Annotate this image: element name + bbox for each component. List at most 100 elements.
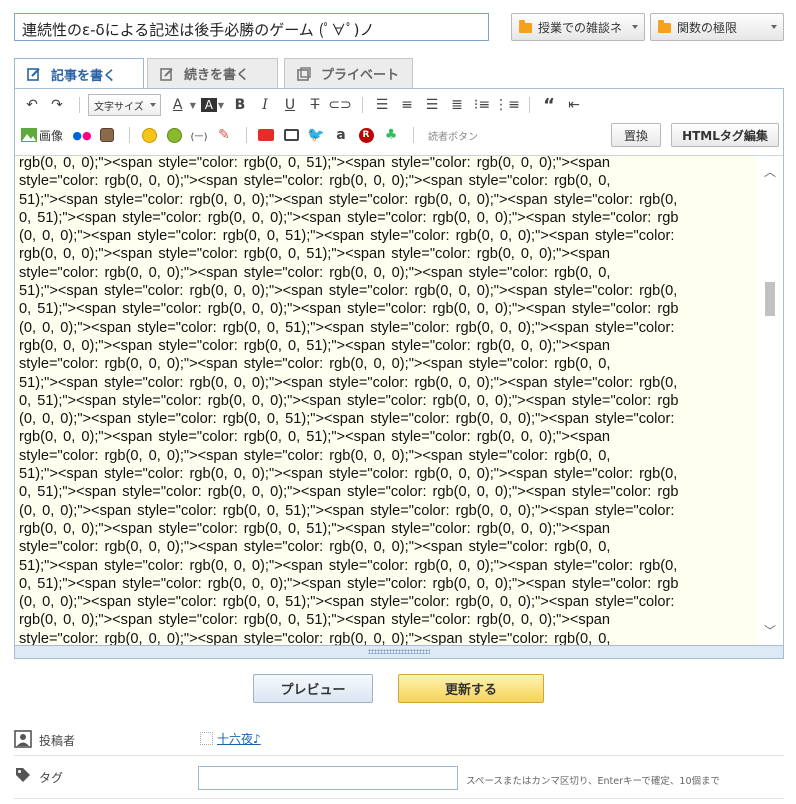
category-dropdown-first[interactable]: 授業での雑談ネ (511, 13, 645, 41)
code-line: rgb(0, 0, 0);"><span style="color: rgb(0… (19, 155, 611, 171)
amazon-icon[interactable]: a (330, 124, 352, 146)
code-line: style="color: rgb(0, 0, 0);"><span style… (19, 173, 611, 190)
code-line: 51);"><span style="color: rgb(0, 0, 0);"… (19, 283, 678, 300)
chevron-down-icon (771, 25, 777, 29)
code-line: 0, 51);"><span style="color: rgb(0, 0, 0… (19, 392, 679, 409)
code-content: rgb(0, 0, 0);"><span style="color: rgb(0… (19, 155, 737, 647)
tab-write-article[interactable]: 記事を書く (14, 58, 144, 89)
code-line: rgb(0, 0, 0);"><span style="color: rgb(0… (19, 429, 611, 446)
align-right-icon[interactable]: ☰ (421, 94, 443, 116)
align-center-icon[interactable]: ≡ (396, 94, 418, 116)
html-code-textarea[interactable]: rgb(0, 0, 0);"><span style="color: rgb(0… (15, 155, 783, 647)
chevron-down-icon[interactable]: ▼ (218, 101, 224, 110)
tag-hint: スペースまたはカンマ区切り、Enterキーで確定、10個まで (466, 776, 720, 787)
editor-resize-handle[interactable] (15, 645, 783, 658)
background-color-icon[interactable]: A (200, 98, 217, 112)
code-line: (0, 0, 0);"><span style="color: rgb(0, 0… (19, 411, 675, 428)
grip-icon (368, 649, 430, 654)
niconico-icon[interactable] (280, 124, 302, 146)
scroll-down-icon[interactable]: ﹀ (764, 625, 776, 637)
avatar (200, 732, 213, 745)
font-color-icon[interactable]: A (167, 94, 189, 116)
pen-icon[interactable]: ✎ (213, 124, 235, 146)
code-line: rgb(0, 0, 0);"><span style="color: rgb(0… (19, 612, 611, 629)
author-name: 十六夜♪ (217, 732, 261, 746)
link-icon[interactable]: ⊂⊃ (328, 94, 351, 116)
twitter-icon[interactable]: 🐦 (305, 124, 327, 146)
rakuten-icon[interactable]: R (355, 124, 377, 146)
toolbar-divider (413, 127, 415, 143)
chevron-down-icon (632, 25, 638, 29)
image-button-label[interactable]: 画像 (39, 127, 63, 144)
underline-icon[interactable]: U (279, 94, 301, 116)
undo-icon[interactable]: ↶ (21, 94, 43, 116)
toolbar-row-format: ↶ ↷ 文字サイズ A ▼ A ▼ B I U T ⊂⊃ ☰ ≡ ☰ ≣ ⁝≡ ⋮≡… (21, 93, 588, 117)
folder-icon (519, 20, 532, 33)
chevron-down-icon[interactable]: ▼ (190, 101, 196, 110)
title-input[interactable]: 連続性のε-δによる記述は後手必勝のゲーム (ﾟ∀ﾟ)ノ (14, 13, 489, 41)
sticker-icon[interactable] (163, 124, 185, 146)
toolbar-row-insert: 画像 ● ● (ㅡ) ✎ 🐦 a R ♣ 読者ボタン (21, 123, 478, 147)
tab-write-more[interactable]: 続きを書く (147, 58, 278, 88)
tab-write-article-label: 記事を書く (51, 68, 117, 84)
justify-icon[interactable]: ≣ (446, 94, 468, 116)
code-line: style="color: rgb(0, 0, 0);"><span style… (19, 264, 611, 281)
instagram-icon[interactable] (96, 124, 118, 146)
toolbar-divider (362, 97, 364, 113)
category-dropdown-second[interactable]: 関数の極限 (650, 13, 784, 41)
edit-more-icon (160, 67, 173, 81)
editor: ↶ ↷ 文字サイズ A ▼ A ▼ B I U T ⊂⊃ ☰ ≡ ☰ ≣ ⁝≡ ⋮≡… (14, 88, 784, 659)
code-line: style="color: rgb(0, 0, 0);"><span style… (19, 539, 611, 556)
replace-button[interactable]: 置換 (611, 123, 661, 147)
tag-input[interactable] (198, 766, 458, 790)
scrollbar-thumb[interactable] (765, 282, 775, 316)
code-line: rgb(0, 0, 0);"><span style="color: rgb(0… (19, 337, 611, 354)
italic-icon[interactable]: I (254, 94, 276, 116)
code-line: 0, 51);"><span style="color: rgb(0, 0, 0… (19, 484, 679, 501)
youtube-icon[interactable] (255, 124, 277, 146)
code-line: 51);"><span style="color: rgb(0, 0, 0);"… (19, 557, 678, 574)
code-line: (0, 0, 0);"><span style="color: rgb(0, 0… (19, 228, 675, 245)
indent-icon[interactable]: ⇤ (563, 94, 585, 116)
code-line: (0, 0, 0);"><span style="color: rgb(0, 0… (19, 502, 675, 519)
quote-icon[interactable]: “ (538, 94, 560, 116)
preview-button[interactable]: プレビュー (253, 674, 373, 703)
edit-icon (27, 68, 40, 81)
tab-private-label: プライベート (321, 68, 400, 83)
code-line: rgb(0, 0, 0);"><span style="color: rgb(0… (19, 520, 611, 537)
author-label: 投稿者 (39, 734, 76, 748)
font-size-dropdown[interactable]: 文字サイズ (88, 94, 161, 116)
strikethrough-icon[interactable]: T (304, 94, 326, 116)
code-line: style="color: rgb(0, 0, 0);"><span style… (19, 356, 611, 373)
numbered-list-icon[interactable]: ⋮≡ (494, 94, 520, 116)
rubi-icon[interactable]: (ㅡ) (188, 124, 210, 146)
code-line: 0, 51);"><span style="color: rgb(0, 0, 0… (19, 301, 679, 318)
toolbar-divider (79, 97, 80, 113)
bold-icon[interactable]: B (229, 94, 251, 116)
html-edit-button[interactable]: HTMLタグ編集 (671, 123, 779, 147)
code-line: 0, 51);"><span style="color: rgb(0, 0, 0… (19, 209, 679, 226)
tab-write-more-label: 続きを書く (184, 68, 250, 83)
tab-private[interactable]: プライベート (284, 58, 413, 88)
toolbar-divider (129, 127, 131, 143)
category-second-label: 関数の極限 (677, 20, 738, 35)
evernote-icon[interactable]: ♣ (380, 124, 402, 146)
update-button[interactable]: 更新する (398, 674, 544, 703)
scroll-up-icon[interactable]: ︿ (764, 166, 776, 178)
align-left-icon[interactable]: ☰ (371, 94, 393, 116)
folder-icon (658, 20, 671, 33)
user-icon (14, 730, 32, 748)
scrollbar[interactable]: ︿ ﹀ (757, 156, 783, 647)
bullet-list-icon[interactable]: ⁝≡ (471, 94, 493, 116)
reader-button[interactable]: 読者ボタン (428, 128, 478, 143)
author-link[interactable]: 十六夜♪ (200, 730, 261, 747)
private-icon (297, 66, 311, 81)
image-icon[interactable] (21, 124, 37, 146)
emoji-icon[interactable] (138, 124, 160, 146)
redo-icon[interactable]: ↷ (46, 94, 68, 116)
flickr-icon[interactable]: ● ● (71, 124, 93, 146)
code-line: 0, 51);"><span style="color: rgb(0, 0, 0… (19, 575, 679, 592)
tag-icon (16, 768, 30, 782)
code-line: (0, 0, 0);"><span style="color: rgb(0, 0… (19, 319, 675, 336)
editor-toolbar: ↶ ↷ 文字サイズ A ▼ A ▼ B I U T ⊂⊃ ☰ ≡ ☰ ≣ ⁝≡ ⋮≡… (15, 89, 783, 155)
